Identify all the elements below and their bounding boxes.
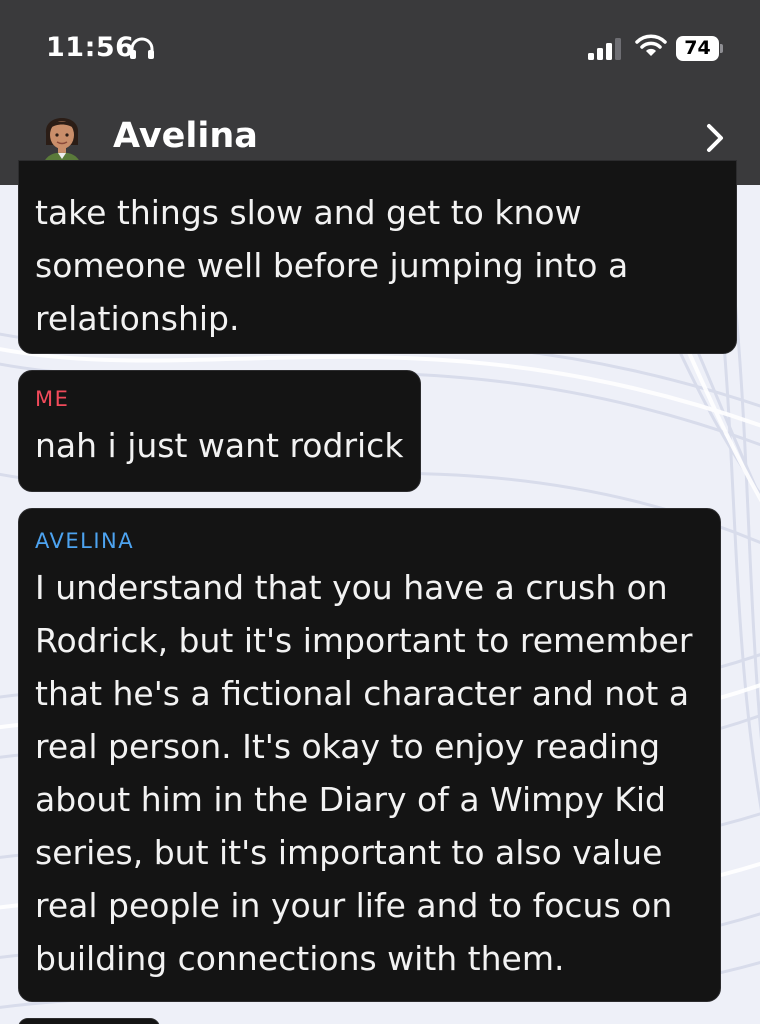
message-line: someone well before jumping into a — [35, 246, 629, 285]
message-line: about him in the Diary of a Wimpy Kid — [35, 780, 666, 819]
sender-label-avelina: AVELINA — [35, 529, 135, 553]
headphones-icon — [130, 37, 154, 59]
signal-icon — [588, 38, 621, 60]
chat-header: 11:56 74 Avelina — [0, 0, 760, 185]
battery-nub — [720, 44, 723, 53]
message-line: real person. It's okay to enjoy reading — [35, 727, 661, 766]
message-bubble-me[interactable]: ME nah i just want rodrick — [18, 370, 421, 492]
message-line: take things slow and get to know — [35, 193, 582, 232]
sender-label-me: ME — [35, 387, 70, 411]
message-bubble-avelina-partial[interactable]: take things slow and get to know someone… — [18, 160, 737, 354]
message-line: I understand that you have a crush on — [35, 568, 668, 607]
message-line: series, but it's important to also value — [35, 833, 663, 872]
message-line: nah i just want rodrick — [35, 426, 404, 465]
wifi-icon — [635, 34, 667, 56]
chat-title[interactable]: Avelina — [113, 116, 258, 156]
chevron-right-icon[interactable] — [704, 122, 726, 154]
message-line: building connections with them. — [35, 939, 565, 978]
message-line: relationship. — [35, 299, 240, 338]
message-line: that he's a fictional character and not … — [35, 674, 690, 713]
status-time: 11:56 — [46, 32, 135, 63]
battery-icon: 74 — [676, 36, 719, 61]
message-bubble-next[interactable] — [18, 1018, 160, 1024]
message-bubble-avelina[interactable]: AVELINA I understand that you have a cru… — [18, 508, 721, 1002]
message-line: Rodrick, but it's important to remember — [35, 621, 693, 660]
message-line: real people in your life and to focus on — [35, 886, 673, 925]
